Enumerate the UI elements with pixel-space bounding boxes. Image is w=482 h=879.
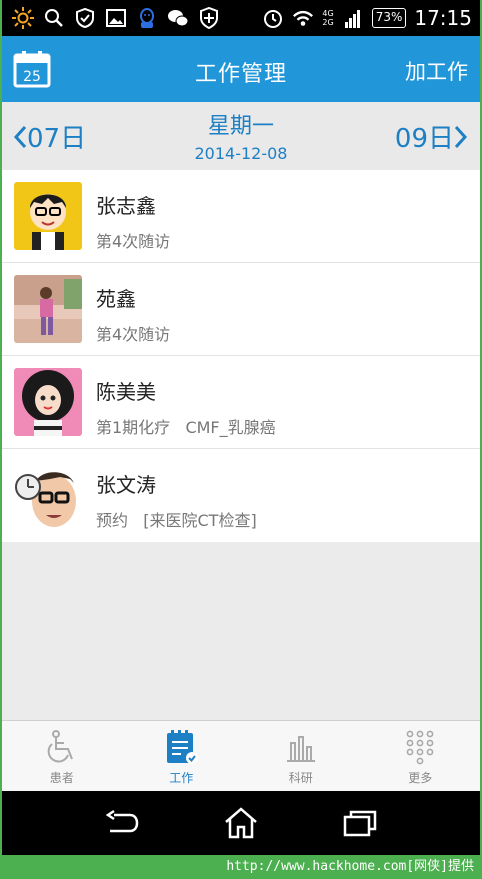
tab-research[interactable]: 科研	[241, 721, 361, 791]
search-icon	[43, 7, 65, 29]
patient-name: 张文涛	[96, 473, 156, 497]
avatar	[14, 275, 82, 343]
patient-name: 苑鑫	[96, 287, 136, 311]
recent-apps-button[interactable]	[340, 803, 380, 843]
tab-label: 工作	[169, 771, 194, 785]
status-bar: 4G 2G 73% 17:15	[2, 0, 480, 36]
list-item[interactable]: 苑鑫 第4次随访	[2, 263, 480, 356]
network-type: 4G 2G	[322, 9, 334, 27]
patient-name: 陈美美	[96, 380, 156, 404]
patient-note: 预约 [来医院CT检查]	[96, 511, 257, 530]
back-icon	[105, 809, 138, 833]
bar-chart-icon	[286, 736, 315, 762]
home-button[interactable]	[221, 803, 261, 843]
tab-more[interactable]: 更多	[361, 721, 481, 791]
patient-list: 张志鑫 第4次随访 苑鑫 第4次随访 陈美美 第1期化疗 CMF_乳腺癌 张文涛…	[2, 170, 480, 542]
qq-icon	[136, 7, 158, 29]
wifi-icon	[292, 7, 314, 29]
next-day-button[interactable]: 09日	[395, 118, 468, 155]
sun-icon	[12, 7, 34, 29]
wechat-icon	[167, 7, 189, 29]
chevron-right-icon	[454, 125, 468, 148]
watermark: http://www.hackhome.com[网侠]提供	[0, 855, 482, 879]
notepad-check-icon	[167, 730, 199, 764]
clock: 17:15	[414, 6, 472, 30]
wheelchair-icon	[47, 730, 73, 763]
battery-icon: 73%	[371, 8, 407, 28]
signal-icon	[342, 7, 364, 29]
tab-label: 科研	[288, 771, 313, 785]
date-navigator: 07日 星期一 2014-12-08 09日	[2, 102, 480, 170]
patient-note: 第4次随访	[96, 325, 171, 344]
home-icon	[225, 807, 257, 839]
avatar	[14, 182, 82, 250]
bottom-tab-bar: 患者 工作 科研 更多	[2, 720, 480, 791]
alarm-icon	[262, 7, 284, 29]
patient-note: 第1期化疗 CMF_乳腺癌	[96, 418, 276, 437]
system-nav-bar	[2, 791, 480, 855]
list-item[interactable]: 张志鑫 第4次随访	[2, 170, 480, 263]
list-item[interactable]: 张文涛 预约 [来医院CT检查]	[2, 449, 480, 542]
dots-grid-icon	[406, 730, 434, 765]
recent-apps-icon	[344, 810, 377, 837]
tab-label: 患者	[49, 771, 74, 785]
tab-label: 更多	[408, 771, 433, 785]
patient-note: 第4次随访	[96, 232, 171, 251]
shield-check-icon	[74, 7, 96, 29]
tab-patients[interactable]: 患者	[2, 721, 122, 791]
app-screen: 4G 2G 73% 17:15 25 工作管理 加工作 07日 星期一 2014…	[2, 0, 480, 855]
avatar	[14, 461, 82, 529]
tab-work[interactable]: 工作	[122, 721, 242, 791]
app-header: 25 工作管理 加工作	[2, 36, 480, 102]
add-work-button[interactable]: 加工作	[405, 56, 468, 86]
avatar	[14, 368, 82, 436]
security-shield-icon	[198, 7, 220, 29]
image-icon	[105, 7, 127, 29]
next-day-label: 09日	[394, 124, 454, 154]
back-button[interactable]	[102, 803, 142, 843]
list-item[interactable]: 陈美美 第1期化疗 CMF_乳腺癌	[2, 356, 480, 449]
patient-name: 张志鑫	[96, 194, 156, 218]
